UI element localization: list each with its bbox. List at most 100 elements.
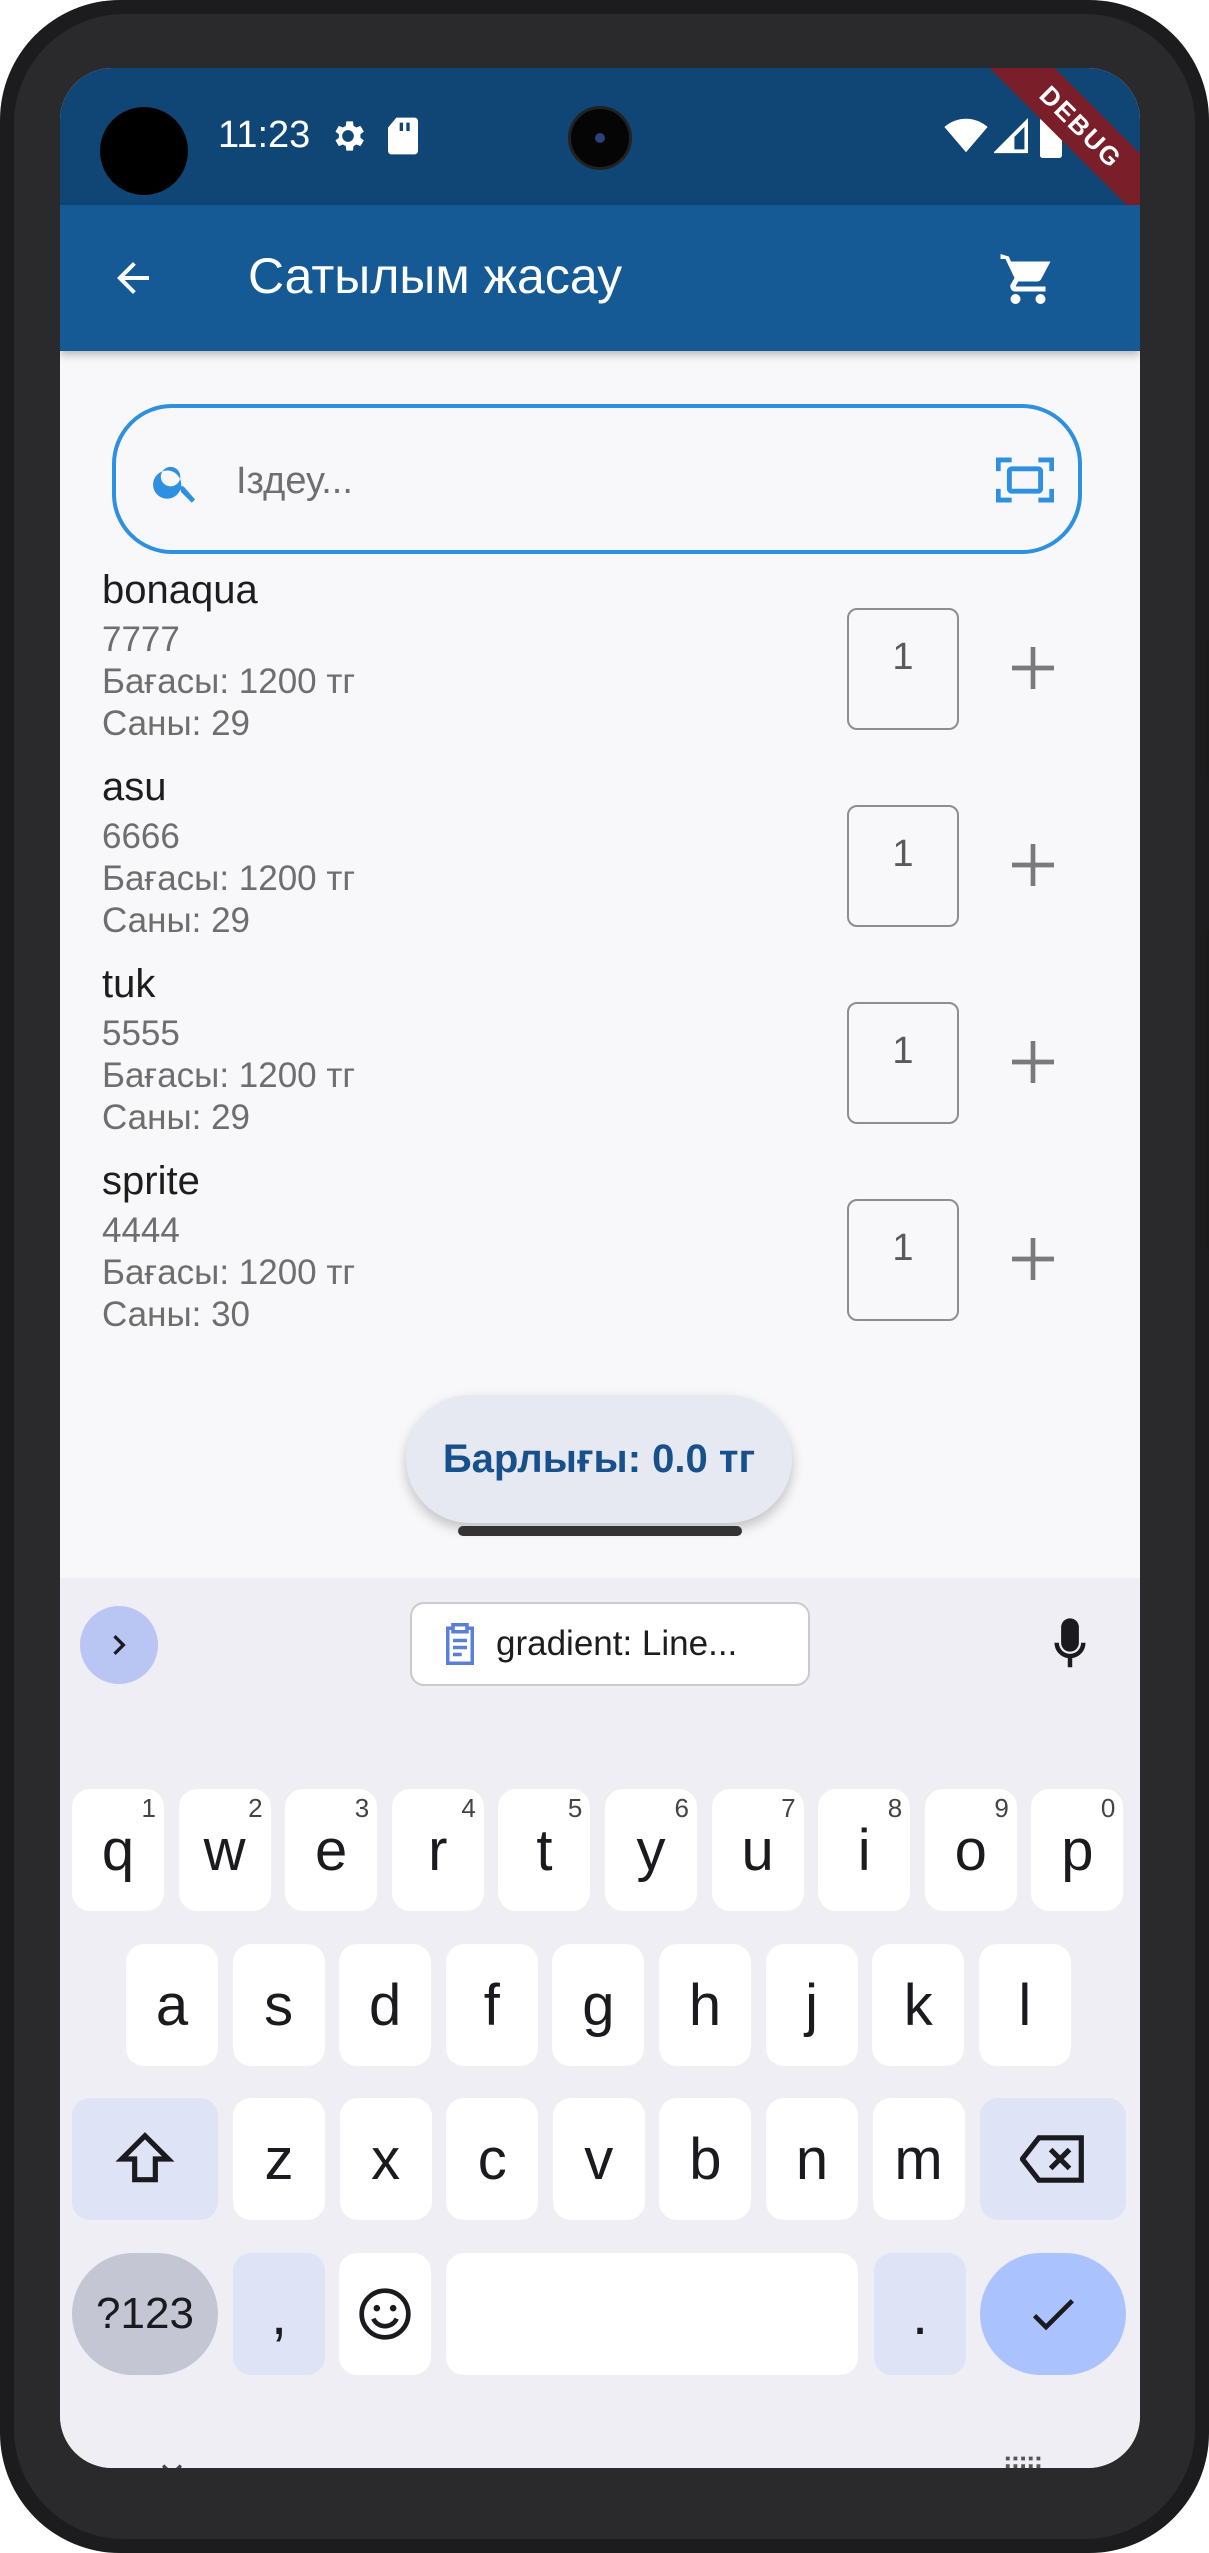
status-bar: 11:23 DEBUG [60, 68, 1140, 225]
clipboard-suggestion[interactable]: gradient: Line... [410, 1602, 810, 1686]
camera-cutout [100, 107, 188, 195]
quantity-field[interactable]: 1 [847, 1199, 959, 1321]
key-q[interactable]: q1 [72, 1789, 164, 1911]
clipboard-icon [446, 1623, 474, 1665]
key-label: s [264, 1972, 294, 2038]
search-icon [150, 456, 202, 513]
key-c[interactable]: c [446, 2098, 539, 2220]
gesture-nav-handle[interactable] [458, 1526, 742, 1536]
period-key[interactable]: . [874, 2253, 966, 2375]
add-icon[interactable] [1005, 1034, 1061, 1090]
key-a[interactable]: a [126, 1944, 218, 2066]
key-m[interactable]: m [872, 2098, 965, 2220]
key-label: z [264, 2126, 294, 2192]
key-label: r [428, 1817, 448, 1883]
quantity-field[interactable]: 1 [847, 608, 959, 730]
key-label: w [203, 1817, 246, 1883]
key-d[interactable]: d [339, 1944, 432, 2066]
key-n[interactable]: n [766, 2098, 858, 2220]
key-u[interactable]: u7 [711, 1789, 804, 1911]
backspace-key[interactable] [980, 2098, 1126, 2220]
key-g[interactable]: g [552, 1944, 645, 2066]
emoji-key[interactable] [339, 2253, 431, 2375]
key-label: q [101, 1817, 135, 1883]
key-label: n [795, 2126, 829, 2192]
product-code: 7777 [102, 620, 180, 659]
page-title: Сатылым жасау [248, 248, 623, 304]
back-button[interactable] [100, 245, 166, 311]
key-label: k [903, 1972, 933, 2038]
key-label: y [636, 1817, 666, 1883]
wifi-icon [944, 118, 988, 159]
key-hint: 7 [781, 1793, 796, 1823]
key-i[interactable]: i8 [818, 1789, 911, 1911]
key-s[interactable]: s [232, 1944, 325, 2066]
key-h[interactable]: h [659, 1944, 751, 2066]
key-hint: 5 [567, 1793, 583, 1823]
key-label: v [584, 2126, 614, 2192]
mic-icon[interactable] [1050, 1618, 1090, 1677]
list-item: asu 6666 Бағасы: 1200 тг Саны: 29 1 [60, 765, 1140, 961]
key-t[interactable]: t5 [498, 1789, 591, 1911]
space-key[interactable] [446, 2253, 858, 2375]
quantity-field[interactable]: 1 [847, 805, 959, 927]
keyboard-expand-button[interactable] [80, 1606, 158, 1684]
key-label: i [857, 1817, 871, 1883]
cart-icon [1000, 254, 1051, 304]
key-p[interactable]: p0 [1031, 1789, 1124, 1911]
key-y[interactable]: y6 [605, 1789, 697, 1911]
clipboard-text: gradient: Line... [496, 1624, 738, 1663]
cart-button[interactable] [990, 241, 1066, 317]
add-icon[interactable] [1005, 837, 1061, 893]
symbols-key[interactable]: ?123 [72, 2253, 218, 2375]
key-label: u [741, 1817, 774, 1883]
key-j[interactable]: j [765, 1944, 858, 2066]
key-e[interactable]: e3 [285, 1789, 378, 1911]
barcode-scan-icon[interactable] [995, 454, 1055, 511]
key-l[interactable]: l [978, 1944, 1071, 2066]
key-hint: 9 [994, 1793, 1009, 1823]
settings-icon [328, 116, 368, 161]
key-r[interactable]: r4 [391, 1789, 484, 1911]
key-label: e [315, 1817, 348, 1883]
product-code: 5555 [102, 1014, 180, 1053]
volume-button [1205, 930, 1209, 1250]
key-v[interactable]: v [552, 2098, 645, 2220]
quantity-field[interactable]: 1 [847, 1002, 959, 1124]
search-input[interactable] [234, 448, 938, 514]
key-label: m [894, 2126, 943, 2192]
key-k[interactable]: k [872, 1944, 965, 2066]
key-b[interactable]: b [659, 2098, 752, 2220]
key-hint: 6 [674, 1793, 689, 1823]
product-price: Бағасы: 1200 тг [102, 1056, 356, 1095]
key-hint: 8 [887, 1793, 903, 1823]
key-o[interactable]: o9 [924, 1789, 1017, 1911]
key-f[interactable]: f [445, 1944, 538, 2066]
comma-key[interactable]: , [233, 2253, 325, 2375]
shift-icon [115, 2132, 175, 2183]
shift-key[interactable] [72, 2098, 218, 2220]
search-box [112, 404, 1082, 554]
product-price: Бағасы: 1200 тг [102, 1253, 356, 1292]
chevron-down-icon[interactable] [152, 2450, 192, 2468]
total-button[interactable]: Барлығы: 0.0 тг [406, 1395, 792, 1523]
key-z[interactable]: z [233, 2098, 325, 2220]
add-icon[interactable] [1005, 1231, 1061, 1287]
key-hint: 3 [354, 1793, 370, 1823]
add-icon[interactable] [1005, 640, 1061, 696]
product-name: asu [102, 765, 167, 809]
emoji-icon [359, 2288, 411, 2340]
key-x[interactable]: x [339, 2098, 432, 2220]
signal-icon [992, 117, 1029, 159]
status-time: 11:23 [218, 114, 311, 156]
list-item: sprite 4444 Бағасы: 1200 тг Саны: 30 1 [60, 1159, 1140, 1355]
front-camera [568, 106, 632, 170]
product-name: tuk [102, 962, 156, 1006]
key-label: l [1018, 1972, 1032, 2038]
done-key[interactable] [980, 2253, 1126, 2375]
product-stock: Саны: 29 [102, 704, 250, 743]
keyboard-icon[interactable] [1002, 2452, 1048, 2468]
product-name: bonaqua [102, 568, 258, 612]
product-stock: Саны: 30 [102, 1295, 250, 1334]
key-w[interactable]: w2 [178, 1789, 271, 1911]
